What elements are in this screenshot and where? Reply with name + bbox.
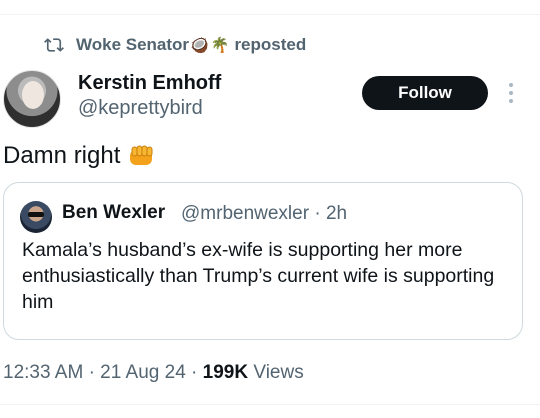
quoted-author-handle: @mrbenwexler [181, 203, 310, 224]
post-time[interactable]: 12:33 AM [3, 362, 83, 383]
author-name[interactable]: Kerstin Emhoff [78, 72, 221, 95]
fist-bump-icon [130, 145, 153, 165]
quoted-post-text: Kamala’s husband’s ex-wife is supporting… [22, 239, 495, 313]
views-label: Views [253, 362, 304, 383]
more-options-icon[interactable] [504, 80, 518, 106]
repost-label: reposted [234, 35, 307, 54]
top-divider [0, 14, 540, 15]
bottom-divider [0, 404, 540, 405]
repost-context[interactable]: Woke Senator 🥥 🌴 reposted [44, 34, 306, 56]
palm-tree-emoji: 🌴 [210, 37, 230, 54]
post-text: Damn right [3, 142, 121, 169]
post-date[interactable]: 21 Aug 24 [100, 362, 186, 383]
quoted-author-name: Ben Wexler [62, 202, 166, 223]
post-text-container: Damn right [3, 142, 156, 170]
post-metadata: 12:33 AM · 21 Aug 24 · 199K Views [3, 362, 304, 384]
follow-button[interactable]: Follow [362, 76, 488, 110]
author-avatar[interactable] [3, 70, 61, 128]
quoted-author-avatar[interactable] [20, 201, 52, 233]
metadata-separator-1: · [88, 362, 95, 383]
coconut-emoji: 🥥 [190, 37, 209, 54]
views-count: 199K [202, 362, 249, 383]
repost-icon [44, 38, 64, 52]
metadata-separator-2: · [191, 362, 198, 383]
quoted-author-meta: @mrbenwexler · 2h [181, 203, 347, 225]
quoted-post-card[interactable]: Ben Wexler @mrbenwexler · 2h Kamala’s hu… [3, 182, 523, 340]
reposter-name[interactable]: Woke Senator [76, 35, 189, 55]
author-handle[interactable]: @keprettybird [78, 97, 203, 120]
quoted-meta-separator: · [314, 203, 321, 224]
quoted-post-time: 2h [325, 203, 348, 224]
